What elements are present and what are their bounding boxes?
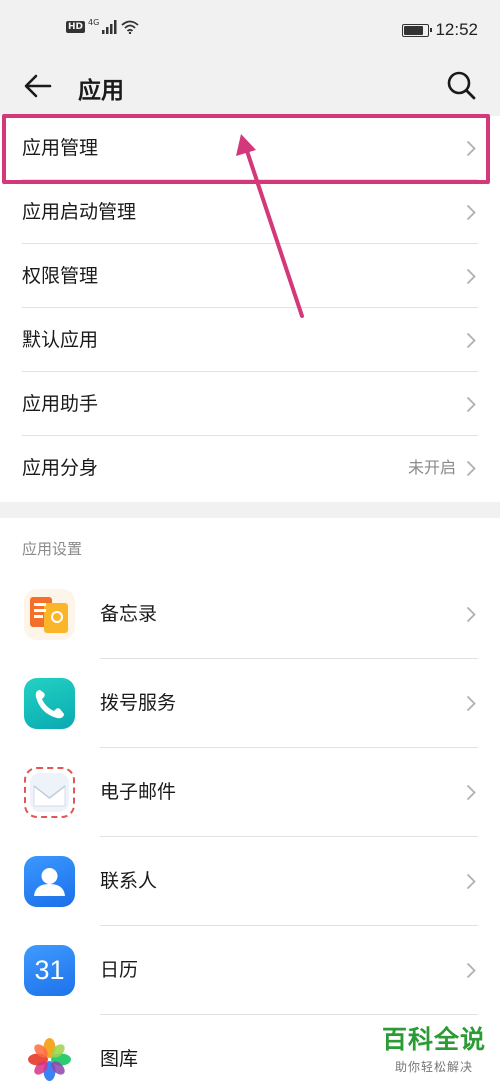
- menu-item-app-management[interactable]: 应用管理: [0, 116, 500, 180]
- menu-item-label: 应用启动管理: [22, 201, 137, 223]
- section-title: 应用设置: [22, 540, 83, 558]
- app-twin-status: 未开启: [407, 458, 456, 477]
- status-left: HD 4G: [66, 17, 139, 34]
- menu-item-label: 应用分身: [22, 457, 99, 479]
- menu-item-label: 应用管理: [22, 137, 99, 159]
- watermark-sub: 助你轻松解决: [394, 1060, 473, 1074]
- page-title: 应用: [78, 78, 124, 104]
- chevron-right-icon: [466, 140, 476, 157]
- chevron-right-icon: [466, 784, 476, 801]
- menu-item-label: 默认应用: [22, 329, 99, 351]
- contacts-icon: [24, 856, 75, 907]
- app-menu-card: 应用管理 应用启动管理 权限管理 默认应用 应用助手 应用分身 未开启: [0, 116, 500, 502]
- app-item-calendar[interactable]: 31 日历: [0, 926, 500, 1015]
- chevron-right-icon: [466, 268, 476, 285]
- app-label: 联系人: [100, 870, 158, 892]
- status-bar: HD 4G 12:52: [0, 0, 500, 60]
- watermark: 百科全说 助你轻松解决: [382, 1020, 486, 1075]
- phone-icon: [24, 678, 75, 729]
- menu-item-label: 应用助手: [22, 393, 99, 415]
- email-icon: [24, 767, 75, 818]
- hd-badge: HD: [66, 21, 86, 33]
- app-item-email[interactable]: 电子邮件: [0, 748, 500, 837]
- chevron-right-icon: [466, 606, 476, 623]
- chevron-right-icon: [466, 873, 476, 890]
- app-item-notepad[interactable]: 备忘录: [0, 570, 500, 659]
- watermark-main: 百科全说: [381, 1025, 486, 1054]
- arrow-left-icon: [24, 74, 52, 98]
- app-label: 拨号服务: [100, 692, 177, 714]
- menu-item-app-assistant[interactable]: 应用助手: [0, 372, 500, 436]
- back-button[interactable]: [22, 70, 54, 102]
- network-label: 4G: [88, 17, 100, 27]
- app-item-contacts[interactable]: 联系人: [0, 837, 500, 926]
- calendar-day: 31: [34, 955, 65, 985]
- signal-icon: [102, 20, 117, 34]
- battery-fill: [404, 25, 424, 35]
- calendar-icon: 31: [24, 945, 75, 996]
- notepad-icon: [24, 589, 75, 640]
- gallery-icon: [24, 1034, 75, 1084]
- app-label: 电子邮件: [100, 781, 177, 803]
- chevron-right-icon: [466, 460, 476, 477]
- search-button[interactable]: [444, 68, 478, 102]
- title-bar: 应用: [0, 60, 500, 112]
- menu-item-startup-management[interactable]: 应用启动管理: [0, 180, 500, 244]
- menu-item-label: 权限管理: [22, 265, 99, 287]
- app-label: 备忘录: [100, 603, 158, 625]
- app-label: 图库: [100, 1048, 139, 1070]
- app-item-dialer[interactable]: 拨号服务: [0, 659, 500, 748]
- clock: 12:52: [435, 20, 478, 39]
- search-icon: [447, 71, 476, 100]
- chevron-right-icon: [466, 332, 476, 349]
- chevron-right-icon: [466, 695, 476, 712]
- menu-item-default-apps[interactable]: 默认应用: [0, 308, 500, 372]
- battery-icon: [402, 23, 433, 37]
- status-right: 12:52: [402, 20, 478, 40]
- chevron-right-icon: [466, 204, 476, 221]
- app-label: 日历: [100, 959, 139, 981]
- wifi-icon: [121, 20, 139, 34]
- chevron-right-icon: [466, 396, 476, 413]
- chevron-right-icon: [466, 962, 476, 979]
- menu-item-permissions[interactable]: 权限管理: [0, 244, 500, 308]
- app-settings-card: 应用设置 备忘录 拨号服务 电子邮件 联系人 31 日历 图库: [0, 518, 500, 1084]
- menu-item-app-twin[interactable]: 应用分身 未开启: [0, 436, 500, 500]
